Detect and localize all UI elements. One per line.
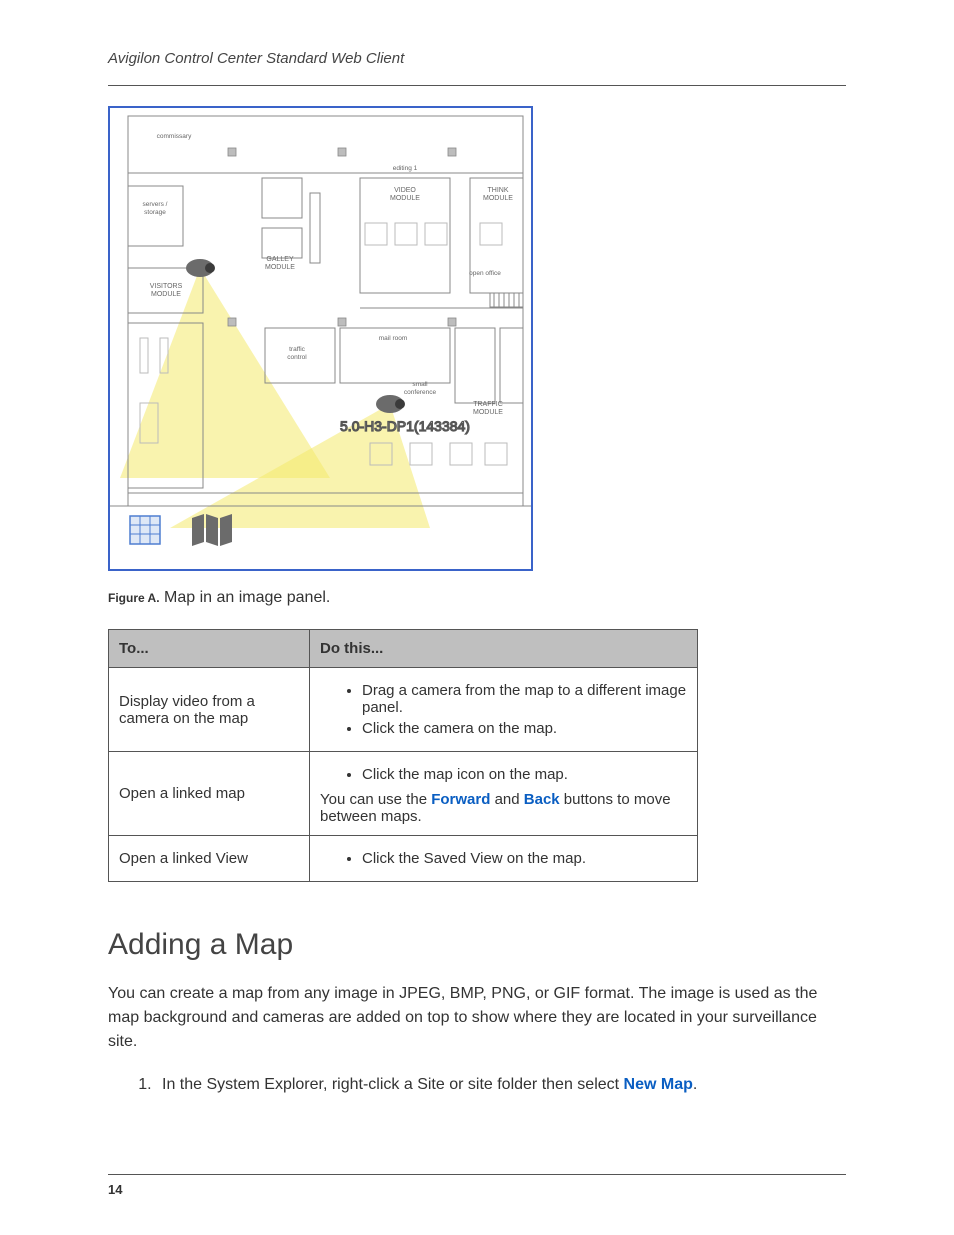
device-label: 5.0-H3-DP1(143384) [340, 418, 470, 434]
svg-text:MODULE: MODULE [151, 291, 181, 298]
grid-icon [130, 516, 160, 544]
step-text: In the System Explorer, right-click a Si… [162, 1076, 624, 1093]
label-servers-storage: servers / [143, 201, 168, 208]
label-traffic-module: TRAFFIC [473, 401, 503, 408]
action-item: Drag a camera from the map to a differen… [362, 682, 687, 716]
keyword-new-map: New Map [624, 1076, 693, 1093]
task-cell: Open a linked View [109, 836, 310, 882]
step-text: . [693, 1076, 697, 1093]
svg-text:storage: storage [144, 209, 166, 216]
page-number: 14 [108, 1182, 122, 1197]
map-fold-icon [192, 514, 232, 546]
svg-text:MODULE: MODULE [473, 409, 503, 416]
action-item: Click the map icon on the map. [362, 766, 687, 783]
procedure-step: In the System Explorer, right-click a Si… [156, 1072, 846, 1098]
section-intro-paragraph: You can create a map from any image in J… [108, 982, 838, 1054]
figure-caption: Figure A. Map in an image panel. [108, 589, 846, 607]
table-row: Open a linked map Click the map icon on … [109, 752, 698, 836]
section-heading-adding-map: Adding a Map [108, 928, 846, 962]
action-cell: Click the map icon on the map. You can u… [310, 752, 698, 836]
figure-label: Figure A. [108, 591, 160, 605]
label-editing1: editing 1 [393, 165, 418, 172]
label-think-module: THINK [488, 187, 509, 194]
task-cell: Open a linked map [109, 752, 310, 836]
footer-rule [108, 1174, 846, 1175]
keyword-forward: Forward [431, 791, 490, 808]
label-mail-room: mail room [379, 335, 408, 342]
label-gallery-module: GALLEY [266, 256, 294, 263]
tasks-table: To... Do this... Display video from a ca… [108, 629, 698, 882]
running-header: Avigilon Control Center Standard Web Cli… [108, 50, 846, 75]
action-item: Click the Saved View on the map. [362, 850, 687, 867]
para-text: You can use the [320, 791, 431, 808]
header-rule [108, 85, 846, 86]
svg-text:MODULE: MODULE [265, 264, 295, 271]
col-header-to: To... [109, 630, 310, 668]
floor-plan-svg: commissary servers / storage GALLEY MODU… [110, 108, 531, 569]
svg-text:MODULE: MODULE [390, 195, 420, 202]
label-traffic-control: traffic [289, 346, 306, 353]
table-row: Open a linked View Click the Saved View … [109, 836, 698, 882]
keyword-back: Back [524, 791, 560, 808]
label-commissary: commissary [157, 133, 192, 140]
action-cell: Click the Saved View on the map. [310, 836, 698, 882]
label-visitors-module: VISITORS [150, 283, 183, 290]
document-page: Avigilon Control Center Standard Web Cli… [0, 0, 954, 1235]
svg-text:MODULE: MODULE [483, 195, 513, 202]
para-text: and [490, 791, 523, 808]
figure-caption-text: Map in an image panel. [164, 589, 330, 606]
svg-text:control: control [287, 354, 307, 361]
camera-icon [376, 395, 405, 413]
action-cell: Drag a camera from the map to a differen… [310, 668, 698, 752]
label-video-module: VIDEO [394, 187, 416, 194]
map-figure: commissary servers / storage GALLEY MODU… [108, 106, 533, 571]
col-header-do-this: Do this... [310, 630, 698, 668]
action-item: Click the camera on the map. [362, 720, 687, 737]
svg-text:conference: conference [404, 389, 437, 396]
table-row: Display video from a camera on the map D… [109, 668, 698, 752]
label-small-conference: small [412, 381, 428, 388]
camera-icon [186, 259, 215, 277]
task-cell: Display video from a camera on the map [109, 668, 310, 752]
label-open-office: open office [469, 270, 501, 277]
table-header-row: To... Do this... [109, 630, 698, 668]
procedure-list: In the System Explorer, right-click a Si… [138, 1072, 846, 1098]
